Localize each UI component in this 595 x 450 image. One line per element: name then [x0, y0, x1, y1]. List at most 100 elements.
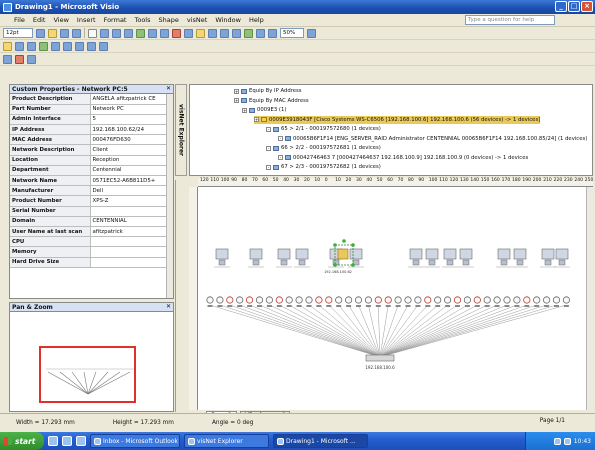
expand-icon[interactable]: + — [234, 98, 239, 103]
canvas-vertical-scrollbar[interactable] — [586, 187, 593, 410]
port-node[interactable] — [216, 296, 224, 304]
property-value[interactable]: 5 — [90, 114, 173, 126]
cut-icon[interactable] — [172, 28, 181, 38]
redo-icon[interactable] — [232, 28, 241, 38]
port-node[interactable] — [453, 296, 462, 304]
property-value[interactable]: Reception — [90, 155, 173, 166]
pc-icon[interactable] — [459, 248, 473, 260]
property-row[interactable]: Domain CENTENNIAL — [10, 216, 173, 227]
property-row[interactable]: Product Description ANGELA afitzpatrick C… — [10, 94, 173, 105]
task-outlook[interactable]: Inbox - Microsoft Outlook — [90, 434, 180, 448]
port-node[interactable] — [542, 296, 551, 304]
property-value[interactable]: afitzpatrick — [90, 226, 173, 238]
menu-tools[interactable]: Tools — [134, 16, 150, 24]
shadow-icon[interactable] — [87, 41, 96, 51]
selection-handle[interactable] — [342, 239, 346, 243]
property-row[interactable]: MAC Address 000476FD630 — [10, 134, 173, 146]
pointer-tool-icon[interactable] — [244, 28, 253, 38]
property-value[interactable]: Centennial — [90, 165, 173, 177]
property-value[interactable]: Dell — [90, 185, 173, 197]
menu-window[interactable]: Window — [215, 16, 241, 24]
pc-icon[interactable] — [215, 248, 229, 260]
property-row[interactable]: Part Number Network PC — [10, 104, 173, 115]
zoom-combo[interactable]: 50% — [280, 28, 304, 38]
port-node[interactable] — [444, 296, 452, 304]
property-value[interactable]: CENTENNIAL — [90, 216, 173, 227]
property-value[interactable]: 192.168.100.62/24 — [90, 124, 173, 136]
text-tool-icon[interactable] — [268, 28, 277, 38]
port-node[interactable] — [354, 296, 363, 304]
quicklaunch-desktop-icon[interactable] — [76, 436, 86, 446]
property-value[interactable] — [90, 257, 173, 268]
port-node[interactable] — [552, 296, 561, 304]
port-node[interactable] — [483, 296, 491, 304]
connector-tool-icon[interactable] — [256, 28, 265, 38]
property-value[interactable]: XPS-Z — [90, 195, 173, 207]
property-row[interactable]: Memory — [10, 246, 173, 258]
open-icon[interactable] — [100, 28, 109, 38]
property-row[interactable]: Manufacturer Dell — [10, 185, 173, 197]
expand-icon[interactable]: + — [234, 88, 239, 94]
port-node[interactable] — [275, 296, 283, 304]
print-icon[interactable] — [124, 28, 133, 38]
port-node[interactable] — [206, 296, 214, 304]
expand-icon[interactable]: - — [278, 155, 283, 160]
selected-pc-icon[interactable] — [337, 248, 349, 260]
volume-tray-icon[interactable] — [563, 437, 571, 445]
task-visio-drawing[interactable]: Drawing1 - Microsoft ... — [273, 434, 368, 448]
research-icon[interactable] — [160, 28, 169, 38]
network-diagram[interactable]: 192.168.100.6 192.168.100.62 — [198, 187, 586, 410]
property-value[interactable]: Network PC — [90, 104, 173, 115]
tree-item[interactable]: - 66 > 2/2 - 000197572681 (1 devices) — [266, 144, 381, 152]
line-weight-icon[interactable] — [51, 41, 60, 51]
tree-item[interactable]: +0009E3 (1) — [242, 106, 286, 114]
network-tray-icon[interactable] — [553, 437, 561, 445]
port-node[interactable] — [236, 296, 244, 304]
selection-handle[interactable] — [351, 263, 355, 267]
line-color-icon[interactable] — [27, 41, 36, 51]
property-value[interactable] — [90, 246, 173, 258]
property-row[interactable]: Admin Interface 5 — [10, 114, 173, 126]
menu-format[interactable]: Format — [104, 16, 127, 24]
selection-handle[interactable] — [351, 243, 355, 247]
font-size-combo[interactable]: 12pt — [3, 28, 33, 38]
pc-icon[interactable] — [425, 248, 439, 260]
expand-icon[interactable]: + — [242, 107, 247, 113]
port-node[interactable] — [325, 296, 333, 304]
port-node[interactable] — [305, 296, 313, 304]
menu-help[interactable]: Help — [249, 16, 264, 24]
port-node[interactable] — [562, 296, 570, 304]
shapes-icon[interactable] — [3, 41, 12, 51]
close-icon[interactable]: ✕ — [166, 85, 171, 92]
pc-icon[interactable] — [249, 248, 263, 260]
property-row[interactable]: IP Address 192.168.100.62/24 — [10, 124, 173, 136]
property-row[interactable]: Network Name 0571EC52-A6B811D5+ — [10, 175, 173, 187]
help-search-input[interactable]: Type a question for help — [465, 15, 555, 25]
port-node[interactable] — [434, 296, 442, 304]
port-node[interactable] — [463, 296, 471, 304]
property-row[interactable]: Hard Drive Size — [10, 257, 173, 268]
save-icon[interactable] — [112, 28, 121, 38]
start-button[interactable]: start — [0, 432, 44, 450]
align-icon[interactable] — [60, 28, 69, 38]
property-value[interactable]: 0571EC52-A6B811D5+ — [90, 175, 173, 187]
property-row[interactable]: User Name at last scan afitzpatrick — [10, 226, 173, 238]
drawing-canvas[interactable]: 192.168.100.6 192.168.100.62 — [198, 187, 586, 410]
properties-scrollbar[interactable] — [166, 94, 173, 298]
property-row[interactable]: Location Reception — [10, 155, 173, 166]
port-node[interactable] — [394, 296, 402, 304]
property-value[interactable] — [90, 206, 173, 217]
expand-icon[interactable]: - — [266, 145, 271, 151]
copy-icon[interactable] — [184, 28, 193, 38]
task-visnet-explorer[interactable]: visNet Explorer — [184, 434, 269, 448]
minimize-button[interactable]: _ — [555, 1, 567, 12]
property-row[interactable]: Department Centennial — [10, 165, 173, 177]
expand-icon[interactable]: + — [254, 117, 259, 122]
pc-icon[interactable] — [409, 248, 423, 260]
expand-icon[interactable]: - — [266, 164, 271, 170]
visnet-list-icon[interactable] — [27, 54, 36, 64]
port-node[interactable] — [503, 296, 511, 304]
port-node[interactable] — [335, 296, 343, 304]
tree-item[interactable]: + Equip By IP Address — [234, 87, 302, 95]
preview-icon[interactable] — [136, 28, 145, 38]
